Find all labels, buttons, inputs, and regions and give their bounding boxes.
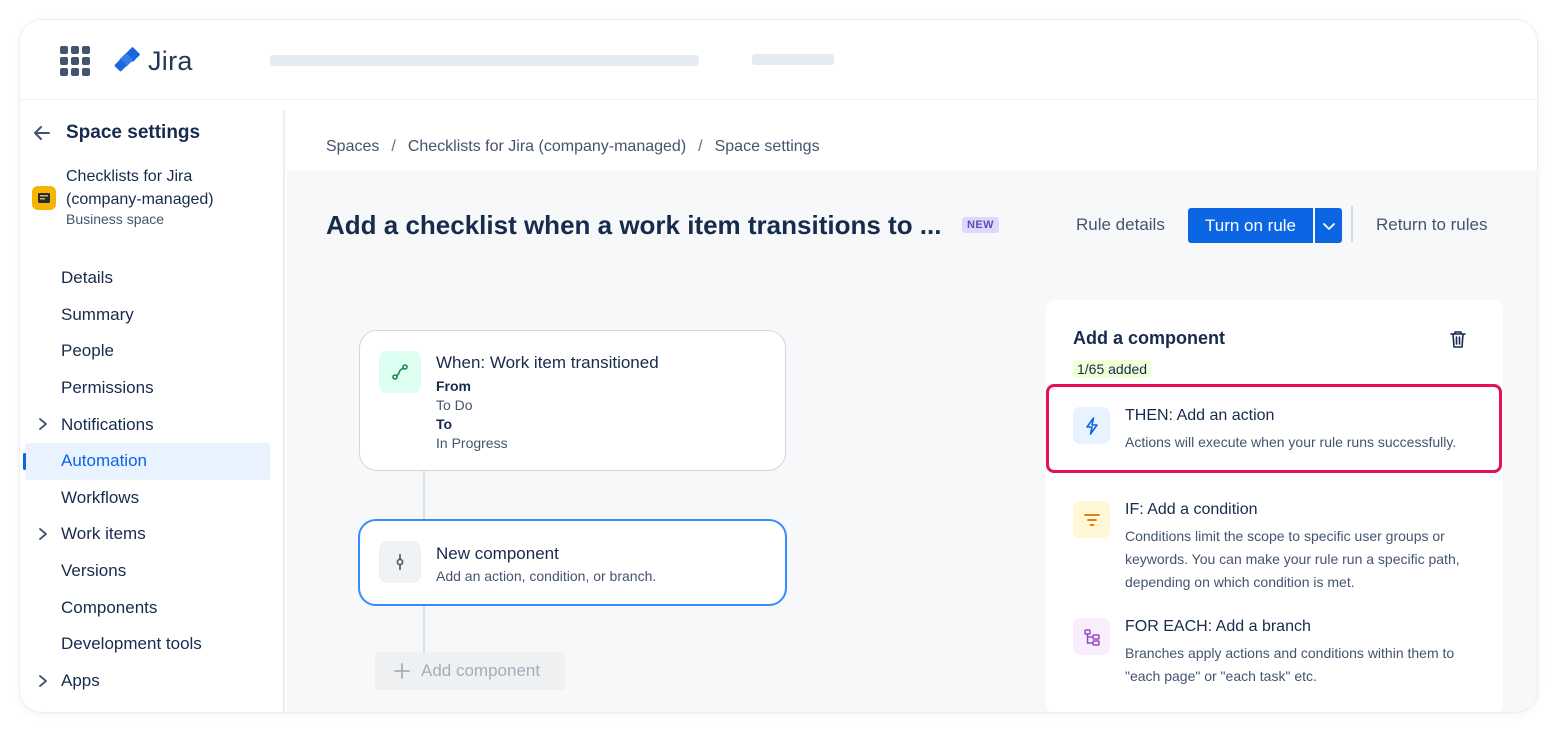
sidebar: Space settings Checklists for Jira (comp…: [20, 110, 285, 712]
sidebar-item-details[interactable]: Details: [20, 260, 285, 297]
option-description: Branches apply actions and conditions wi…: [1125, 645, 1455, 684]
sidebar-header: Space settings: [32, 122, 200, 144]
sidebar-item-versions[interactable]: Versions: [20, 553, 285, 590]
selected-option-highlight: [1046, 384, 1502, 473]
trigger-to-label: To: [436, 416, 453, 432]
sidebar-item-notifications[interactable]: Notifications: [20, 406, 285, 443]
trigger-to-value: In Progress: [436, 435, 508, 451]
trigger-from-value: To Do: [436, 397, 473, 413]
sidebar-item-label: Permissions: [61, 378, 154, 398]
space-type: Business space: [66, 211, 165, 227]
turn-on-dropdown-button[interactable]: [1315, 208, 1342, 243]
sidebar-item-work-items[interactable]: Work items: [20, 516, 285, 553]
trash-icon[interactable]: [1449, 329, 1467, 349]
trigger-title: When: Work item transitioned: [436, 353, 659, 372]
sidebar-item-apps[interactable]: Apps: [20, 663, 285, 700]
sidebar-item-development-tools[interactable]: Development tools: [20, 626, 285, 663]
chevron-right-icon[interactable]: [37, 417, 49, 431]
option-title: IF: Add a condition: [1125, 501, 1258, 518]
panel-title: Add a component: [1073, 328, 1225, 348]
space-name: Checklists for Jira (company-managed): [66, 168, 214, 208]
turn-on-rule-button[interactable]: Turn on rule: [1188, 208, 1313, 243]
add-component-label: Add component: [421, 661, 541, 680]
sidebar-item-label: Details: [61, 268, 113, 288]
sidebar-item-components[interactable]: Components: [20, 589, 285, 626]
breadcrumb-separator: /: [391, 138, 396, 155]
space-info: Checklists for Jira (company-managed) Bu…: [32, 165, 266, 227]
breadcrumb-bar: Spaces / Checklists for Jira (company-ma…: [287, 110, 1537, 170]
option-description: Actions will execute when your rule runs…: [1125, 434, 1457, 450]
space-avatar-icon: [32, 186, 56, 210]
sidebar-item-label: Summary: [61, 304, 134, 324]
new-component-card[interactable]: New component Add an action, condition, …: [358, 519, 787, 606]
breadcrumb-space-settings[interactable]: Space settings: [715, 138, 820, 156]
branch-icon: [1073, 618, 1110, 655]
breadcrumb: Spaces / Checklists for Jira (company-ma…: [326, 138, 820, 156]
jira-logo[interactable]: Jira: [114, 45, 193, 76]
breadcrumb-separator: /: [698, 138, 703, 155]
jira-logo-icon: [114, 47, 140, 72]
app-window: Jira Space settings Checklists for Jira …: [20, 20, 1537, 712]
lightning-icon: [1073, 407, 1110, 444]
component-node-icon: [379, 541, 421, 583]
sidebar-title: Space settings: [66, 122, 201, 143]
sidebar-item-workflows[interactable]: Workflows: [20, 480, 285, 517]
option-title: THEN: Add an action: [1125, 407, 1275, 424]
return-to-rules-button[interactable]: Return to rules: [1376, 215, 1488, 235]
sidebar-item-label: Versions: [61, 561, 127, 581]
sidebar-item-label: Work items: [61, 524, 146, 544]
loading-placeholder: [270, 55, 699, 66]
option-description: Conditions limit the scope to specific u…: [1125, 528, 1460, 590]
plus-icon: [394, 663, 410, 679]
add-component-panel: Add a component 1/65 added THEN: Add an …: [1046, 300, 1503, 712]
settings-nav: Details Summary People Permissions Notif…: [20, 260, 285, 699]
sidebar-item-label: Notifications: [61, 414, 154, 434]
sidebar-item-summary[interactable]: Summary: [20, 297, 285, 334]
back-arrow-icon[interactable]: [32, 123, 52, 143]
loading-placeholder: [752, 54, 834, 65]
flow-connector: [423, 606, 425, 652]
rule-title[interactable]: Add a checklist when a work item transit…: [326, 210, 941, 241]
sidebar-item-label: Components: [61, 597, 158, 617]
new-badge: NEW: [962, 217, 999, 233]
main-content: Spaces / Checklists for Jira (company-ma…: [287, 110, 1537, 712]
sidebar-item-label: Automation: [61, 451, 147, 471]
breadcrumb-space[interactable]: Checklists for Jira (company-managed): [408, 138, 686, 156]
transition-icon: [379, 351, 421, 393]
toolbar-divider: [1351, 206, 1353, 242]
new-component-subtitle: Add an action, condition, or branch.: [436, 568, 657, 584]
sidebar-item-label: Development tools: [61, 634, 202, 654]
sidebar-item-label: People: [61, 341, 114, 361]
filter-icon: [1073, 501, 1110, 538]
rule-details-button[interactable]: Rule details: [1076, 215, 1165, 235]
component-count-badge: 1/65 added: [1073, 360, 1152, 378]
sidebar-item-label: Workflows: [61, 487, 140, 507]
jira-wordmark: Jira: [148, 45, 193, 76]
top-navigation-bar: Jira: [20, 20, 1537, 100]
trigger-card[interactable]: When: Work item transitioned From To Do …: [359, 330, 786, 471]
chevron-down-icon: [1322, 222, 1335, 230]
option-title: FOR EACH: Add a branch: [1125, 618, 1311, 635]
sidebar-item-permissions[interactable]: Permissions: [20, 370, 285, 407]
sidebar-item-people[interactable]: People: [20, 333, 285, 370]
chevron-right-icon[interactable]: [37, 674, 49, 688]
trigger-details: From To Do To In Progress: [436, 377, 508, 453]
new-component-title: New component: [436, 544, 559, 563]
app-switcher-icon[interactable]: [60, 46, 90, 76]
chevron-right-icon[interactable]: [37, 527, 49, 541]
trigger-from-label: From: [436, 378, 471, 394]
breadcrumb-spaces[interactable]: Spaces: [326, 138, 379, 156]
add-component-button[interactable]: Add component: [375, 652, 565, 690]
sidebar-item-label: Apps: [61, 670, 100, 690]
flow-connector: [423, 471, 425, 519]
sidebar-item-automation[interactable]: Automation: [23, 442, 270, 480]
